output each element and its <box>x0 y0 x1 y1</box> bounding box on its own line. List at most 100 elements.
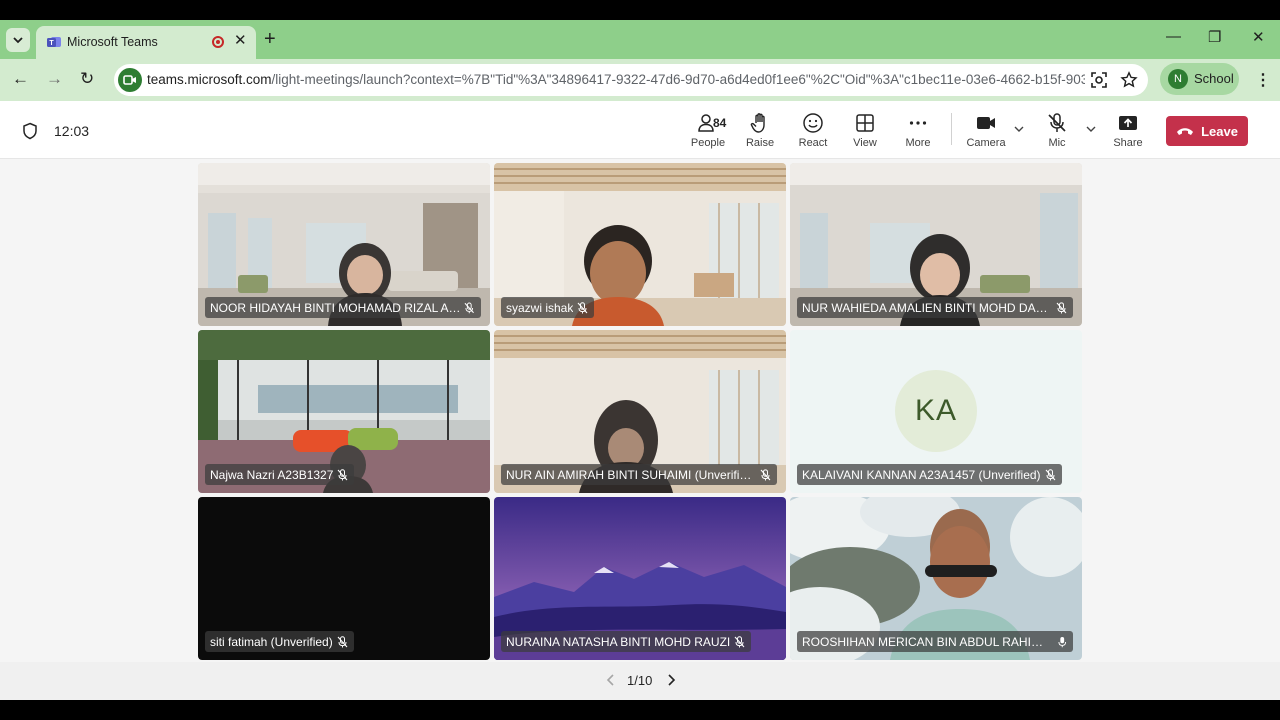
participant-name: NURAINA NATASHA BINTI MOHD RAUZI <box>506 634 731 649</box>
camera-button[interactable]: Camera <box>960 112 1012 149</box>
phone-hangup-icon <box>1177 128 1194 135</box>
participant-tile[interactable]: siti fatimah (Unverified) <box>198 497 490 660</box>
people-button[interactable]: 84 People <box>682 112 734 149</box>
participant-tile[interactable]: NURAINA NATASHA BINTI MOHD RAUZI <box>494 497 786 660</box>
gallery-pager: 1/10 <box>0 662 1280 700</box>
forward-button[interactable]: → <box>46 69 63 89</box>
emoji-icon <box>803 113 823 133</box>
participant-name: NOOR HIDAYAH BINTI MOHAMAD RIZAL A23... <box>210 300 461 315</box>
more-label: More <box>905 137 931 149</box>
mic-off-icon <box>337 635 348 647</box>
video-grid: NOOR HIDAYAH BINTI MOHAMAD RIZAL A23... <box>198 163 1083 662</box>
leave-button[interactable]: Leave <box>1166 116 1248 146</box>
navigation-bar: ← → ↻ teams.microsoft.com/light-meetings… <box>0 59 1280 101</box>
grid-view-icon <box>856 114 874 132</box>
next-page-button[interactable] <box>664 672 678 688</box>
profile-button[interactable]: N School <box>1160 63 1239 95</box>
mic-off-icon <box>1045 468 1055 480</box>
profile-label: School <box>1194 71 1234 86</box>
screen-capture-icon[interactable] <box>1090 71 1108 89</box>
participant-name-tag: syazwi ishak <box>501 297 595 318</box>
share-label: Share <box>1113 137 1143 149</box>
participant-tile[interactable]: Najwa Nazri A23B1327 <box>198 330 490 493</box>
people-count: 84 <box>713 116 727 130</box>
browser-menu-button[interactable]: ⋮ <box>1255 70 1271 90</box>
participant-name-tag: NOOR HIDAYAH BINTI MOHAMAD RIZAL A23... <box>205 297 481 318</box>
mic-off-icon <box>1056 301 1067 313</box>
raise-label: Raise <box>745 137 775 149</box>
view-button[interactable]: View <box>839 112 891 149</box>
mic-off-icon <box>1048 113 1066 132</box>
url-text[interactable]: teams.microsoft.com/light-meetings/launc… <box>147 72 1085 87</box>
participant-name: siti fatimah (Unverified) <box>210 634 333 649</box>
participant-name: ROOSHIHAN MERICAN BIN ABDUL RAHIM M... <box>802 634 1053 649</box>
mic-button[interactable]: Mic <box>1031 112 1083 149</box>
camera-label: Camera <box>966 137 1006 149</box>
mic-label: Mic <box>1048 137 1066 149</box>
participant-name: NUR WAHIEDA AMALIEN BINTI MOHD DAUD <box>802 300 1053 315</box>
mic-on-icon <box>1057 636 1066 647</box>
previous-page-button[interactable] <box>604 672 618 688</box>
bookmark-star-icon[interactable] <box>1120 71 1138 89</box>
toolbar-divider <box>951 113 952 145</box>
participant-name-tag: Najwa Nazri A23B1327 <box>205 464 355 485</box>
chevron-down-icon <box>13 37 23 44</box>
site-info-icon[interactable] <box>118 68 142 92</box>
mic-off-icon <box>337 468 348 480</box>
mic-off-icon <box>734 635 745 647</box>
browser-window: T Microsoft Teams ✕ + — ❐ ✕ ← → ↻ teams.… <box>0 20 1280 700</box>
react-button[interactable]: React <box>787 112 839 149</box>
participant-tile[interactable]: KA KALAIVANI KANNAN A23A1457 (Unverified… <box>790 330 1082 493</box>
participant-name-tag: ROOSHIHAN MERICAN BIN ABDUL RAHIM M... <box>797 631 1073 652</box>
participant-tile[interactable]: NUR AIN AMIRAH BINTI SUHAIMI (Unverified… <box>494 330 786 493</box>
reload-button[interactable]: ↻ <box>80 69 94 89</box>
profile-avatar: N <box>1168 69 1188 89</box>
new-tab-button[interactable]: + <box>264 28 276 50</box>
participant-name: Najwa Nazri A23B1327 <box>210 467 334 482</box>
tab-close-button[interactable]: ✕ <box>234 31 247 49</box>
tab-search-button[interactable] <box>6 28 30 52</box>
mic-options-chevron-icon[interactable] <box>1085 123 1097 135</box>
mic-off-icon <box>465 302 475 313</box>
address-bar[interactable]: teams.microsoft.com/light-meetings/launc… <box>114 64 1148 96</box>
people-label: People <box>690 137 726 149</box>
minimize-button[interactable]: — <box>1166 28 1181 45</box>
tab-title: Microsoft Teams <box>67 35 158 49</box>
meeting-timer: 12:03 <box>54 123 90 139</box>
mic-off-icon <box>577 301 588 313</box>
participant-tile[interactable]: syazwi ishak <box>494 163 786 326</box>
browser-tab[interactable]: T Microsoft Teams ✕ <box>36 26 256 59</box>
participant-name-tag: NUR AIN AMIRAH BINTI SUHAIMI (Unverified… <box>501 464 777 485</box>
teams-logo-icon: T <box>47 37 61 47</box>
participant-tile[interactable]: ROOSHIHAN MERICAN BIN ABDUL RAHIM M... <box>790 497 1082 660</box>
participant-name-tag: KALAIVANI KANNAN A23A1457 (Unverified) <box>797 464 1062 485</box>
participant-name-tag: NUR WAHIEDA AMALIEN BINTI MOHD DAUD <box>797 297 1073 318</box>
recording-icon <box>212 36 224 48</box>
more-dots-icon <box>909 121 927 125</box>
url-path: /light-meetings/launch?context=%7B"Tid"%… <box>271 72 1085 87</box>
tab-bar: T Microsoft Teams ✕ + — ❐ ✕ <box>0 20 1280 59</box>
view-label: View <box>853 137 877 149</box>
camera-icon <box>977 117 995 129</box>
close-window-button[interactable]: ✕ <box>1252 28 1265 46</box>
url-host: teams.microsoft.com <box>147 72 272 87</box>
page-indicator: 1/10 <box>627 673 653 688</box>
restore-button[interactable]: ❐ <box>1208 28 1221 46</box>
hand-icon <box>750 113 765 133</box>
more-button[interactable]: More <box>892 112 944 149</box>
raise-hand-button[interactable]: Raise <box>734 112 786 149</box>
participant-avatar: KA <box>895 370 977 452</box>
share-button[interactable]: Share <box>1102 112 1154 149</box>
back-button[interactable]: ← <box>12 69 29 89</box>
participant-name: NUR AIN AMIRAH BINTI SUHAIMI (Unverified… <box>506 467 757 482</box>
leave-label: Leave <box>1201 123 1238 139</box>
participant-tile[interactable]: NUR WAHIEDA AMALIEN BINTI MOHD DAUD <box>790 163 1082 326</box>
participant-name-tag: NURAINA NATASHA BINTI MOHD RAUZI <box>501 631 752 652</box>
camera-options-chevron-icon[interactable] <box>1013 123 1025 135</box>
meeting-toolbar: 12:03 84 People Raise React View More Ca… <box>0 101 1280 159</box>
react-label: React <box>798 137 828 149</box>
participant-name-tag: siti fatimah (Unverified) <box>205 631 354 652</box>
participant-name: KALAIVANI KANNAN A23A1457 (Unverified) <box>802 467 1041 482</box>
shield-icon[interactable] <box>22 122 38 140</box>
participant-tile[interactable]: NOOR HIDAYAH BINTI MOHAMAD RIZAL A23... <box>198 163 490 326</box>
